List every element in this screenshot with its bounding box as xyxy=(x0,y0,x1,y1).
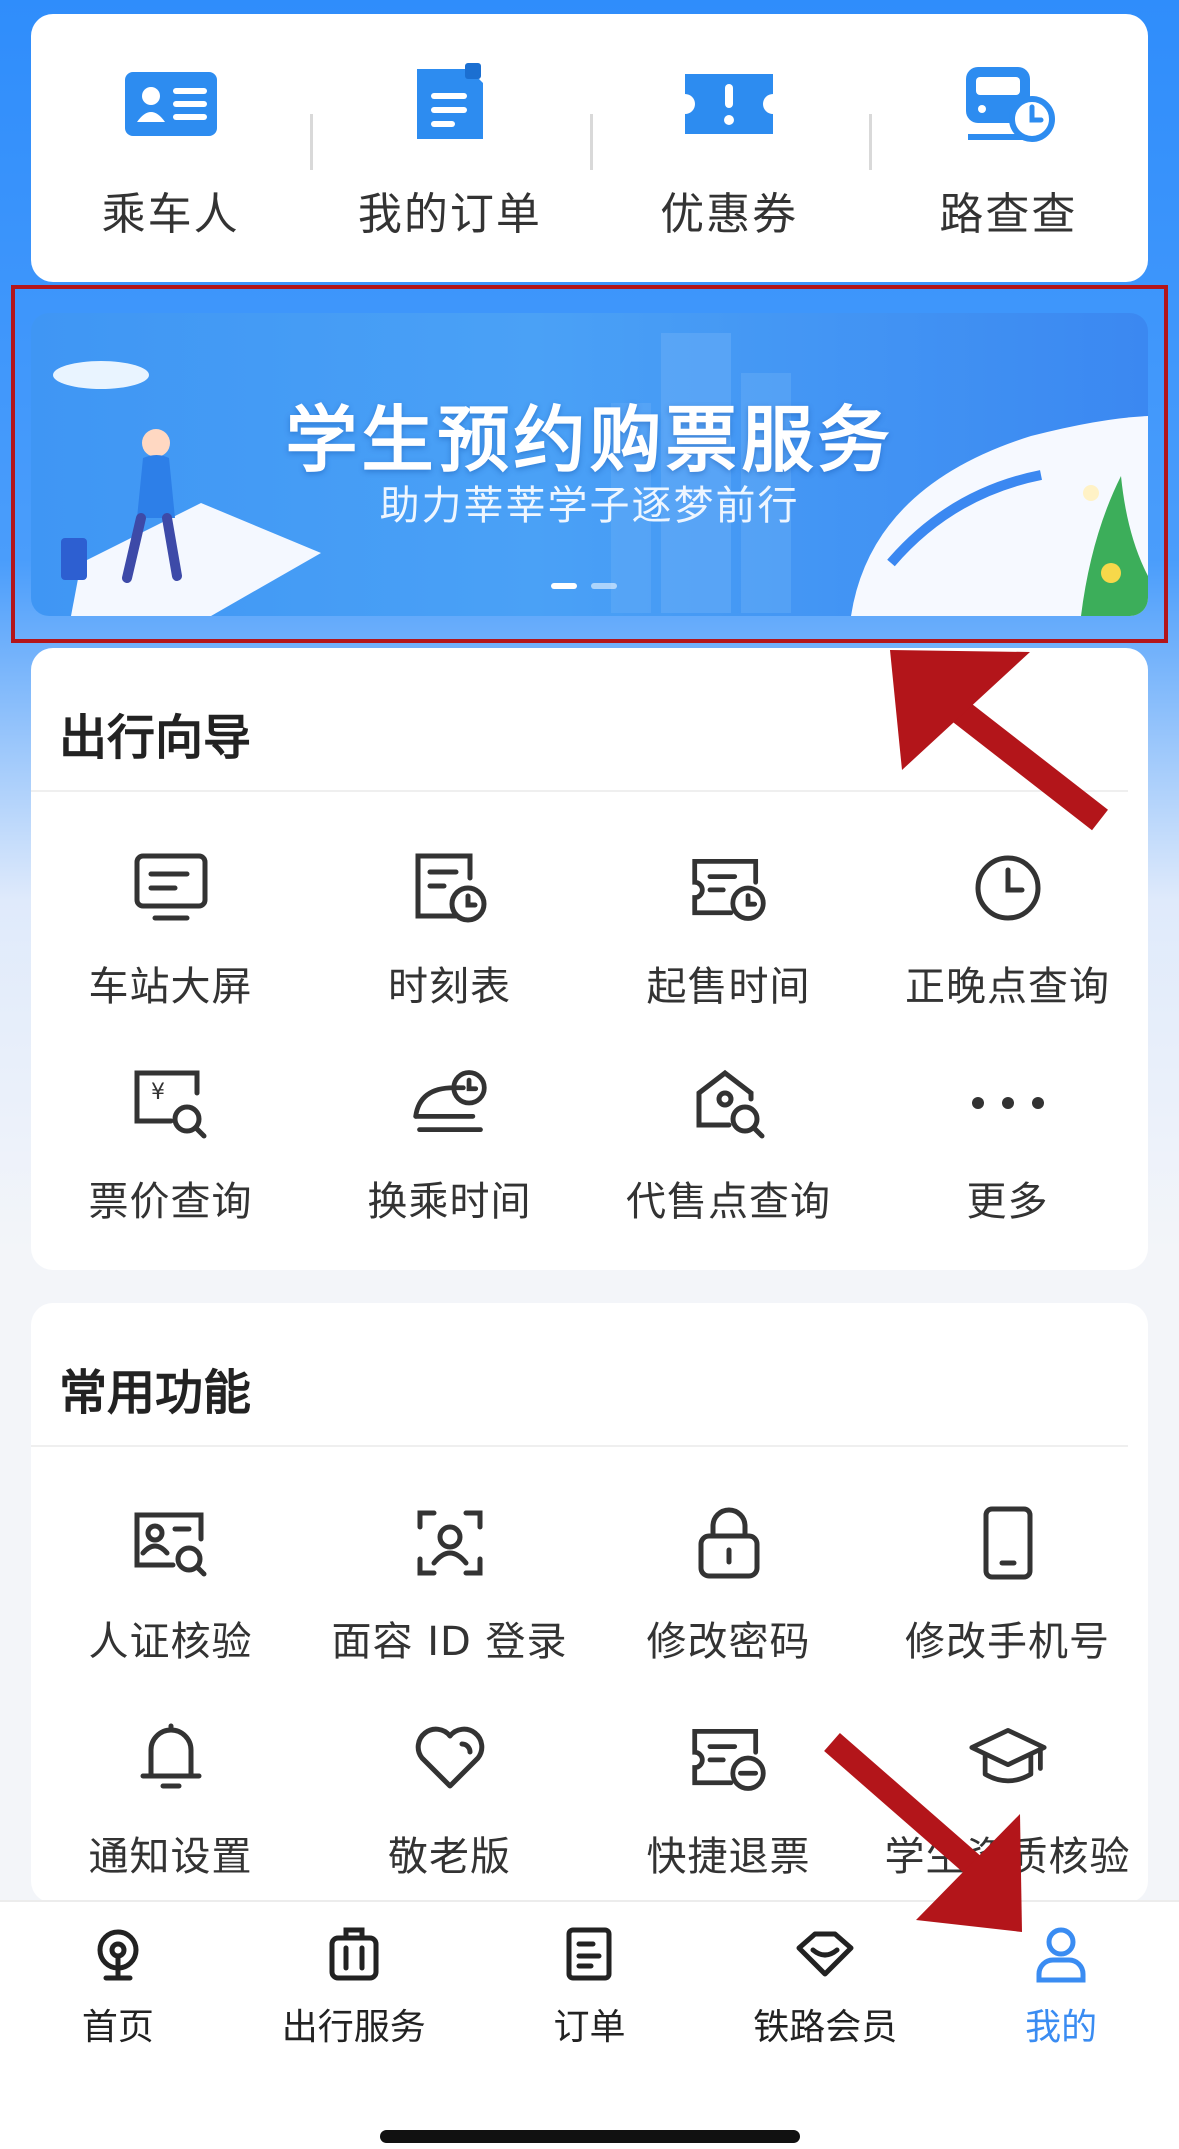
train-schedule-icon xyxy=(958,54,1058,154)
guide-transfer-time[interactable]: 换乘时间 xyxy=(310,1063,589,1278)
travel-guide-title: 出行向导 xyxy=(59,710,252,766)
refund-ticket-icon xyxy=(689,1718,769,1798)
common-notification-settings-label: 通知设置 xyxy=(88,1834,253,1880)
guide-station-screen-label: 车站大屏 xyxy=(88,964,253,1010)
common-id-verify-label: 人证核验 xyxy=(88,1619,253,1665)
station-screen-icon xyxy=(131,848,211,928)
quick-lu-cha-cha[interactable]: 路查查 xyxy=(868,54,1148,242)
sale-time-icon xyxy=(689,848,769,928)
quick-coupons[interactable]: 优惠券 xyxy=(589,54,869,242)
guide-transfer-time-label: 换乘时间 xyxy=(367,1179,532,1225)
bell-icon xyxy=(131,1718,211,1798)
fare-search-icon: ¥ xyxy=(131,1063,211,1143)
guide-timetable[interactable]: 时刻表 xyxy=(310,848,589,1063)
common-quick-refund-label: 快捷退票 xyxy=(646,1834,811,1880)
quick-my-orders[interactable]: 我的订单 xyxy=(310,54,589,242)
common-change-phone-label: 修改手机号 xyxy=(905,1619,1110,1665)
timetable-icon xyxy=(410,848,490,928)
clock-icon xyxy=(968,848,1048,928)
common-change-password-label: 修改密码 xyxy=(646,1619,811,1665)
guide-delay-query-label: 正晚点查询 xyxy=(905,964,1110,1010)
tab-home[interactable]: 首页 xyxy=(0,1902,236,2072)
common-change-phone[interactable]: 修改手机号 xyxy=(868,1503,1147,1718)
id-verify-icon xyxy=(131,1503,211,1583)
section-divider xyxy=(31,1445,1128,1447)
tab-railway-member-label: 铁路会员 xyxy=(753,2007,898,2048)
agent-search-icon xyxy=(689,1063,769,1143)
guide-more-label: 更多 xyxy=(966,1179,1049,1225)
guide-timetable-label: 时刻表 xyxy=(388,964,511,1010)
guide-agent-query-label: 代售点查询 xyxy=(626,1179,831,1225)
common-change-password[interactable]: 修改密码 xyxy=(589,1503,868,1718)
tab-orders-label: 订单 xyxy=(553,2007,626,2048)
tab-profile-label: 我的 xyxy=(1025,2007,1098,2048)
guide-station-screen[interactable]: 车站大屏 xyxy=(31,848,310,1063)
tab-travel-services-label: 出行服务 xyxy=(281,2007,426,2048)
face-id-icon xyxy=(410,1503,490,1583)
order-doc-icon xyxy=(400,54,500,154)
heart-icon xyxy=(410,1718,490,1798)
quick-access-card: 乘车人 我的订单 优惠券 路查查 xyxy=(31,14,1148,282)
tab-travel-services[interactable]: 出行服务 xyxy=(236,1902,472,2072)
guide-fare-query[interactable]: ¥ 票价查询 xyxy=(31,1063,310,1278)
more-dots-icon xyxy=(968,1063,1048,1143)
home-indicator xyxy=(380,2130,800,2143)
guide-sale-time[interactable]: 起售时间 xyxy=(589,848,868,1063)
common-face-id-login-label: 面容 ID 登录 xyxy=(331,1619,568,1665)
svg-text:¥: ¥ xyxy=(151,1080,165,1105)
luggage-icon xyxy=(324,1924,384,1984)
coupon-icon xyxy=(679,54,779,154)
quick-passenger-label: 乘车人 xyxy=(101,189,240,240)
passenger-card-icon xyxy=(121,54,221,154)
guide-fare-query-label: 票价查询 xyxy=(88,1179,253,1225)
phone-icon xyxy=(968,1503,1048,1583)
banner-highlight-box xyxy=(11,285,1168,643)
common-functions-title: 常用功能 xyxy=(59,1365,252,1421)
guide-agent-query[interactable]: 代售点查询 xyxy=(589,1063,868,1278)
transfer-time-icon xyxy=(410,1063,490,1143)
quick-coupons-label: 优惠券 xyxy=(660,189,799,240)
guide-sale-time-label: 起售时间 xyxy=(646,964,811,1010)
annotation-arrow-to-banner xyxy=(890,650,1108,831)
tab-home-label: 首页 xyxy=(81,2007,154,2048)
quick-passenger[interactable]: 乘车人 xyxy=(31,54,310,242)
guide-more[interactable]: 更多 xyxy=(868,1063,1147,1278)
tab-orders[interactable]: 订单 xyxy=(472,1902,708,2072)
common-elderly-mode-label: 敬老版 xyxy=(388,1834,511,1880)
quick-lu-cha-cha-label: 路查查 xyxy=(939,189,1078,240)
travel-guide-grid: 车站大屏 时刻表 起售时间 正晚点查询 ¥ 票价查询 换乘时间 代售点查询 更多 xyxy=(31,848,1148,1278)
home-train-icon xyxy=(88,1924,148,1984)
common-id-verify[interactable]: 人证核验 xyxy=(31,1503,310,1718)
guide-delay-query[interactable]: 正晚点查询 xyxy=(868,848,1147,1063)
lock-icon xyxy=(689,1503,769,1583)
quick-my-orders-label: 我的订单 xyxy=(357,189,542,240)
common-face-id-login[interactable]: 面容 ID 登录 xyxy=(310,1503,589,1718)
order-icon xyxy=(559,1924,619,1984)
annotation-arrow-to-profile-tab xyxy=(824,1732,1022,1932)
